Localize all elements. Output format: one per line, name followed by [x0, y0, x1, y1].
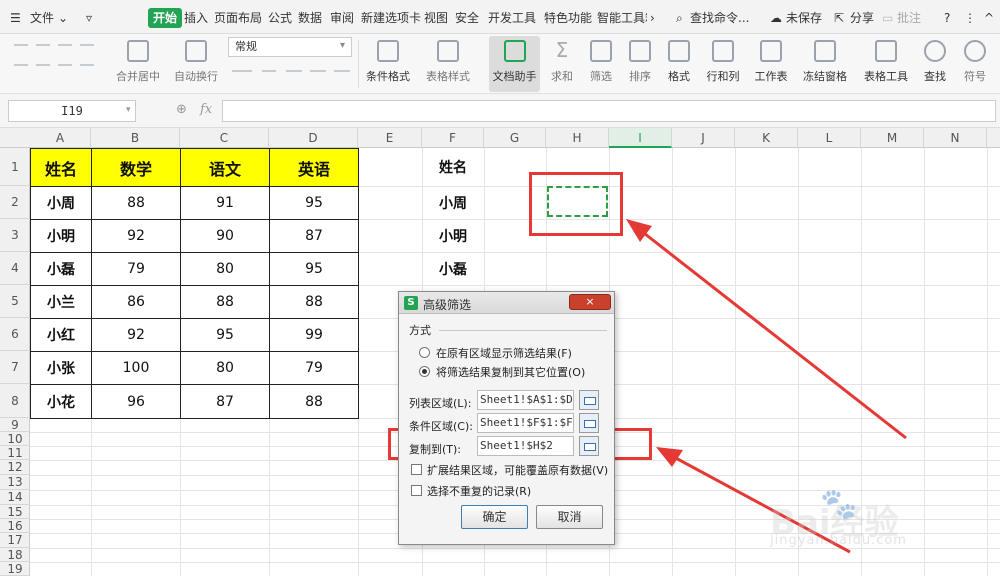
- radio-copy[interactable]: [419, 366, 430, 377]
- list-range-input[interactable]: Sheet1!$A$1:$D$8: [477, 390, 574, 410]
- criteria-range-input[interactable]: Sheet1!$F$1:$F$4: [477, 413, 574, 433]
- range-picker-icon[interactable]: [579, 413, 599, 433]
- mode-group-label: 方式: [409, 324, 431, 337]
- expand-checkbox[interactable]: [411, 464, 422, 475]
- expand-label[interactable]: 扩展结果区域，可能覆盖原有数据(V): [427, 462, 608, 478]
- copy-to-input[interactable]: Sheet1!$H$2: [477, 436, 574, 456]
- dialog-title: 高级筛选: [423, 298, 472, 312]
- annotation-arrow: [639, 228, 907, 440]
- annotation-arrow: [671, 454, 851, 554]
- option-copy-label[interactable]: 将筛选结果复制到其它位置(O): [436, 364, 585, 380]
- close-button[interactable]: ×: [569, 294, 611, 310]
- radio-inplace[interactable]: [419, 347, 430, 358]
- range-picker-icon[interactable]: [579, 436, 599, 456]
- advanced-filter-dialog: S 高级筛选 × 方式 在原有区域显示筛选结果(F) 将筛选结果复制到其它位置(…: [398, 291, 615, 545]
- copy-to-label: 复制到(T):: [409, 443, 462, 456]
- range-picker-icon[interactable]: [579, 390, 599, 410]
- arrow-head-icon: [626, 219, 652, 242]
- app-logo-icon: S: [404, 296, 418, 310]
- list-range-label: 列表区域(L):: [409, 397, 472, 410]
- dialog-title-bar[interactable]: S 高级筛选 ×: [399, 292, 614, 314]
- group-divider: [439, 330, 607, 331]
- ok-button[interactable]: 确定: [461, 505, 528, 529]
- arrow-head-icon: [656, 447, 683, 467]
- criteria-range-label: 条件区域(C):: [409, 420, 473, 433]
- option-inplace-label[interactable]: 在原有区域显示筛选结果(F): [436, 345, 572, 361]
- unique-label[interactable]: 选择不重复的记录(R): [427, 483, 531, 499]
- cancel-button[interactable]: 取消: [536, 505, 603, 529]
- unique-checkbox[interactable]: [411, 485, 422, 496]
